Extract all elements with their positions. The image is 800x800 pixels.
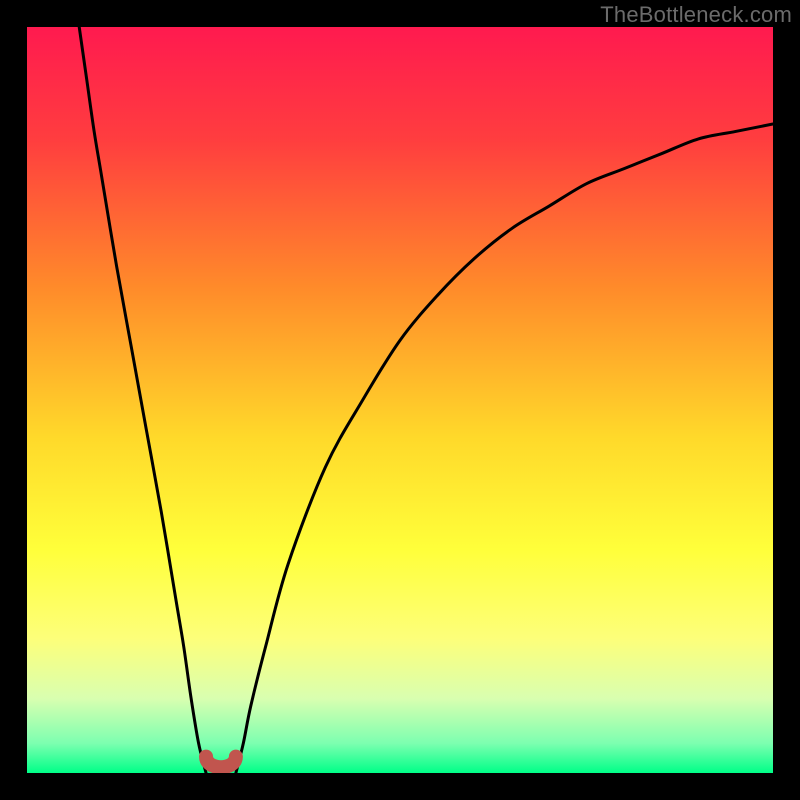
outer-frame: TheBottleneck.com	[0, 0, 800, 800]
chart-svg	[27, 27, 773, 773]
watermark-text: TheBottleneck.com	[600, 2, 792, 28]
plot-area	[27, 27, 773, 773]
gradient-background	[27, 27, 773, 773]
